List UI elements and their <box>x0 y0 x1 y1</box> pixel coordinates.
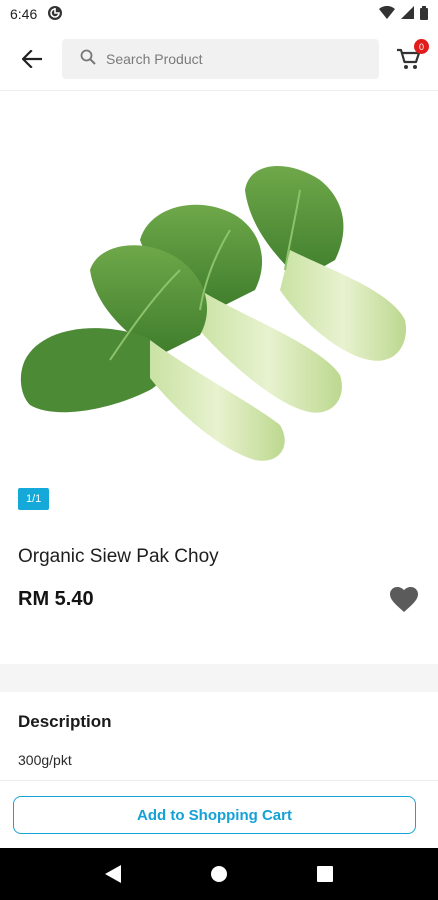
triangle-back-icon <box>105 865 121 883</box>
section-divider <box>0 664 438 692</box>
status-bar: 6:46 <box>0 0 438 28</box>
description-text: 300g/pkt <box>18 752 72 768</box>
app-notification-icon <box>47 5 63 24</box>
nav-recents-button[interactable] <box>305 854 345 894</box>
search-input[interactable] <box>106 51 346 67</box>
status-time: 6:46 <box>10 6 38 22</box>
favorite-button[interactable] <box>388 583 420 615</box>
description-title: Description <box>18 712 112 731</box>
product-price: RM 5.40 <box>18 588 94 610</box>
cart-button[interactable]: 0 <box>395 39 429 73</box>
circle-home-icon <box>211 866 227 882</box>
nav-back-button[interactable] <box>93 854 133 894</box>
bottom-action-bar: Add to Shopping Cart <box>0 780 438 848</box>
cart-count-badge: 0 <box>414 39 429 54</box>
search-box[interactable] <box>62 39 379 79</box>
square-recents-icon <box>317 866 333 882</box>
battery-icon <box>420 5 428 23</box>
wifi-icon <box>379 5 395 22</box>
appbar-divider <box>0 90 438 91</box>
search-icon <box>80 49 96 70</box>
heart-icon <box>390 586 418 612</box>
nav-home-button[interactable] <box>199 854 239 894</box>
add-to-cart-button[interactable]: Add to Shopping Cart <box>13 796 416 834</box>
app-bar: 0 <box>0 28 438 90</box>
signal-icon <box>401 6 414 22</box>
arrow-left-icon <box>22 50 42 68</box>
system-navigation-bar <box>0 848 438 900</box>
product-image[interactable] <box>0 120 438 490</box>
product-name: Organic Siew Pak Choy <box>18 546 219 567</box>
back-button[interactable] <box>12 39 52 79</box>
image-pager-indicator: 1/1 <box>18 488 50 510</box>
